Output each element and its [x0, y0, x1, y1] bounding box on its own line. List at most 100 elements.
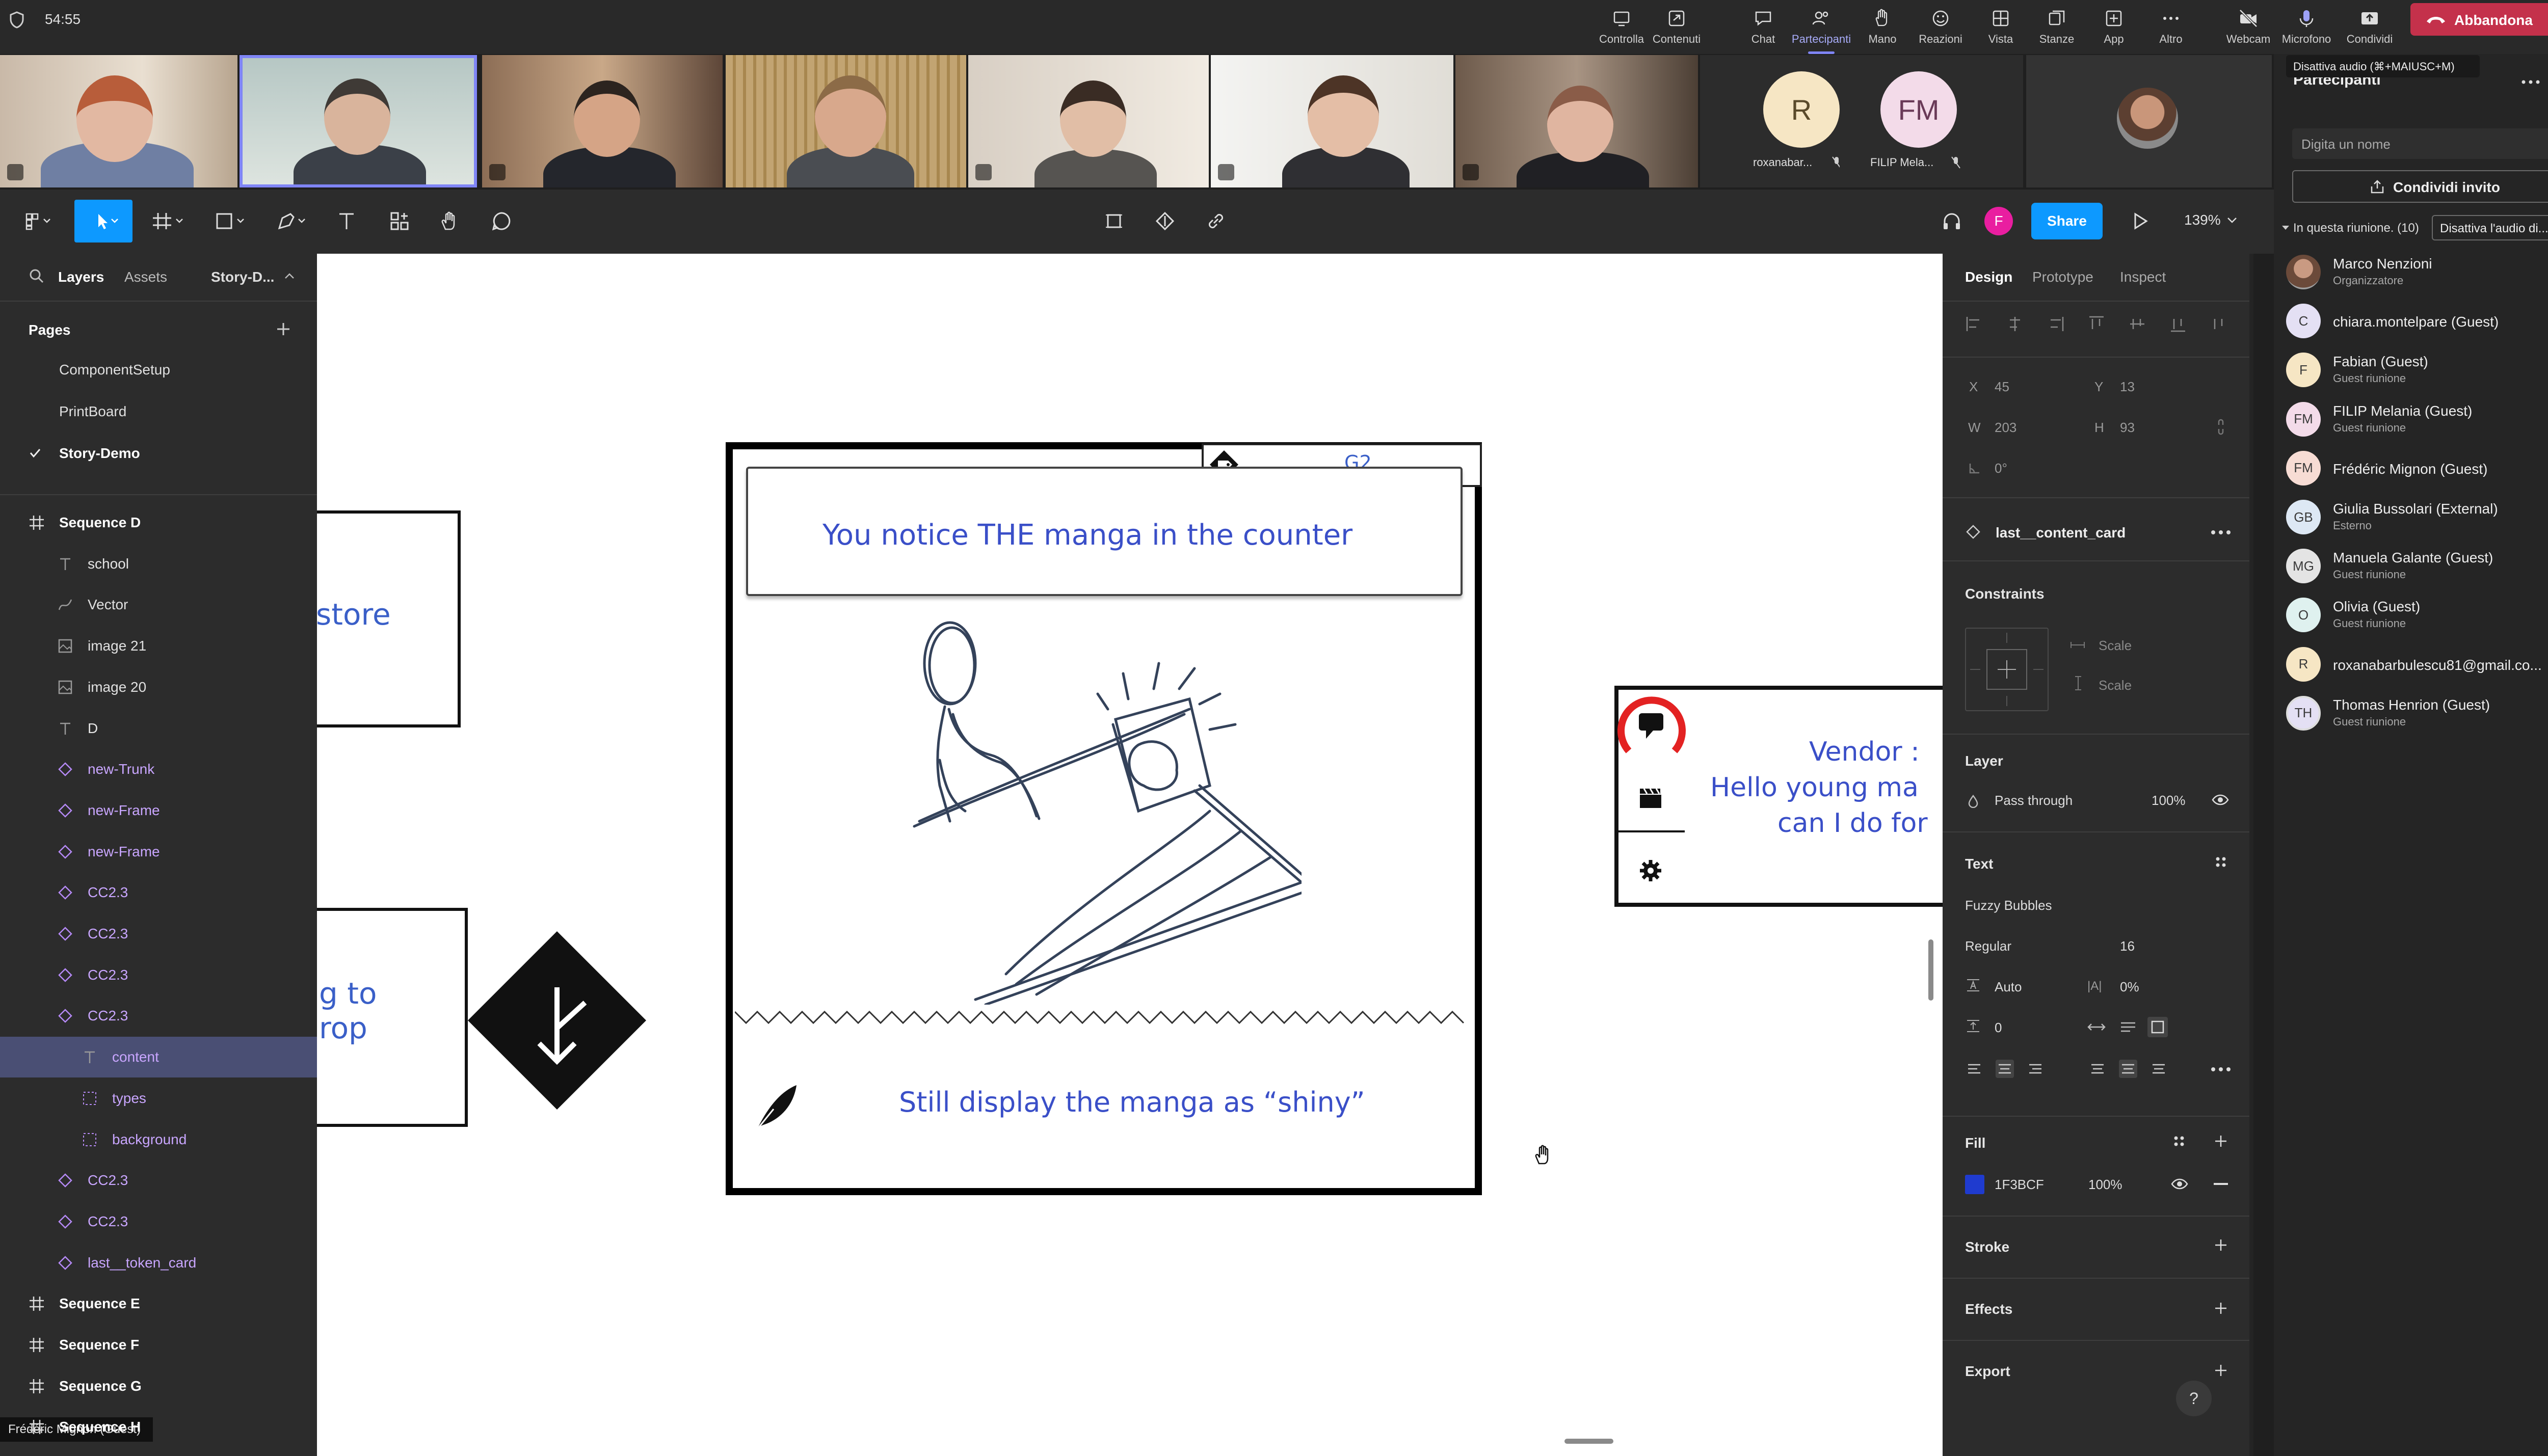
layer-row[interactable]: CC2.3 — [0, 1201, 317, 1242]
y-input[interactable]: 13 — [2120, 379, 2135, 395]
toolbar-stanze-button[interactable]: Stanze — [2031, 0, 2082, 54]
page-item[interactable]: Story-Demo — [0, 433, 317, 474]
font-size-input[interactable]: 16 — [2120, 938, 2135, 954]
mask-icon[interactable] — [1145, 200, 1185, 242]
fill-opacity-input[interactable]: 100% — [2088, 1177, 2122, 1193]
toolbar-reazioni-button[interactable]: Reazioni — [1915, 0, 1966, 54]
mute-all-button[interactable]: Disattiva l'audio di... — [2432, 215, 2548, 240]
toolbar-contenuti-button[interactable]: Contenuti — [1651, 0, 1702, 54]
share-button[interactable]: Share — [2031, 203, 2103, 239]
tab-prototype[interactable]: Prototype — [2032, 269, 2093, 285]
constrain-proportions-icon[interactable] — [2216, 419, 2226, 435]
tab-assets[interactable]: Assets — [124, 269, 167, 285]
frame-tool-icon[interactable] — [146, 200, 192, 242]
vertical-scrollbar[interactable] — [1928, 939, 1933, 1001]
toolbar-controlla-button[interactable]: Controlla — [1596, 0, 1647, 54]
align-top-icon[interactable] — [2087, 315, 2106, 333]
layer-row[interactable]: Sequence F — [0, 1325, 317, 1365]
layer-row[interactable]: Sequence I — [0, 1448, 317, 1456]
pen-tool-icon[interactable] — [270, 200, 316, 242]
fill-visibility-eye-icon[interactable] — [2171, 1178, 2188, 1190]
layer-row[interactable]: image 20 — [0, 667, 317, 708]
help-button[interactable]: ? — [2176, 1381, 2212, 1416]
fill-styles-icon[interactable] — [2172, 1134, 2186, 1148]
align-right-icon[interactable] — [2047, 315, 2065, 333]
toolbar-vista-button[interactable]: Vista — [1975, 0, 2026, 54]
more-options-icon[interactable] — [2211, 530, 2231, 535]
add-effect-icon[interactable] — [2214, 1301, 2228, 1315]
layer-row[interactable]: background — [0, 1119, 317, 1160]
align-vertical-center-icon[interactable] — [2128, 315, 2146, 333]
line-height-input[interactable]: Auto — [1995, 979, 2022, 995]
panel-more-icon[interactable] — [2522, 79, 2540, 85]
add-page-icon[interactable] — [275, 321, 291, 337]
search-participants-input[interactable]: Digita un nome — [2292, 128, 2548, 159]
toolbar-app-button[interactable]: App — [2088, 0, 2139, 54]
link-icon[interactable] — [1196, 200, 1236, 242]
layer-row[interactable]: CC2.3 — [0, 995, 317, 1036]
layer-row[interactable]: types — [0, 1078, 317, 1119]
layer-row[interactable]: content — [0, 1037, 317, 1078]
self-view-tile[interactable] — [2026, 55, 2272, 187]
layer-row[interactable]: Sequence G — [0, 1366, 317, 1407]
w-input[interactable]: 203 — [1995, 420, 2016, 436]
participant-row[interactable]: TH Thomas Henrion (Guest) Guest riunione — [2286, 690, 2548, 739]
participant-row[interactable]: Marco Nenzioni Organizzatore — [2286, 249, 2548, 298]
toolbar-altro-button[interactable]: Altro — [2145, 0, 2196, 54]
toolbar-condividi-button[interactable]: Condividi — [2344, 0, 2395, 54]
component-icon[interactable] — [1094, 200, 1134, 242]
text-styles-icon[interactable] — [2214, 855, 2228, 869]
fill-hex-input[interactable]: 1F3BCF — [1995, 1177, 2044, 1193]
horizontal-scrollbar[interactable] — [1564, 1439, 1613, 1444]
headline-box[interactable]: You notice THE manga in the counter — [746, 467, 1463, 596]
move-tool-icon[interactable] — [74, 200, 132, 242]
h-input[interactable]: 93 — [2120, 420, 2135, 436]
layer-opacity-input[interactable]: 100% — [2152, 793, 2186, 808]
font-weight-select[interactable]: Regular — [1965, 938, 2011, 954]
add-export-icon[interactable] — [2214, 1363, 2228, 1378]
layer-row[interactable]: new-Trunk — [0, 749, 317, 790]
toolbar-webcam-button[interactable]: Webcam — [2223, 0, 2274, 54]
participant-row[interactable]: O Olivia (Guest) Guest riunione — [2286, 591, 2548, 640]
align-bottom-icon[interactable] — [2169, 315, 2187, 333]
vendor-card[interactable]: Vendor : Hello young ma can I do for — [1614, 686, 1943, 907]
chevron-down-icon[interactable] — [2226, 214, 2238, 226]
layer-row[interactable]: Sequence H — [0, 1407, 317, 1447]
layer-row[interactable]: last__token_card — [0, 1243, 317, 1283]
letter-spacing-input[interactable]: 0% — [2120, 979, 2139, 995]
video-tile-6[interactable] — [1211, 55, 1453, 187]
layer-row[interactable]: new-Frame — [0, 831, 317, 872]
remove-fill-icon[interactable] — [2214, 1183, 2228, 1185]
auto-height-icon[interactable] — [2120, 1021, 2136, 1033]
design-canvas[interactable]: store g to rop G2 You notice THE manga i… — [317, 254, 1943, 1456]
manga-sketch-illustration[interactable] — [884, 617, 1302, 1005]
vertical-align-middle-icon[interactable] — [2119, 1060, 2137, 1078]
text-align-right-icon[interactable] — [2026, 1060, 2045, 1078]
layer-row[interactable]: school — [0, 544, 317, 584]
paragraph-spacing-input[interactable]: 0 — [1995, 1020, 2002, 1036]
page-switcher[interactable]: Story-D... — [211, 269, 274, 285]
layer-row[interactable]: Vector — [0, 584, 317, 625]
search-icon[interactable] — [29, 268, 45, 284]
layer-row[interactable]: Sequence E — [0, 1283, 317, 1324]
page-item[interactable]: PrintBoard — [0, 391, 317, 432]
tab-inspect[interactable]: Inspect — [2120, 269, 2166, 285]
participant-row[interactable]: F Fabian (Guest) Guest riunione — [2286, 346, 2548, 395]
shape-tool-icon[interactable] — [209, 200, 255, 242]
text-align-left-icon[interactable] — [1965, 1060, 1983, 1078]
layer-row[interactable]: Sequence D — [0, 502, 317, 543]
chevron-down-icon[interactable] — [2280, 222, 2291, 233]
video-tile-4[interactable] — [726, 55, 966, 187]
eye-icon[interactable] — [2212, 794, 2229, 806]
fill-color-swatch[interactable] — [1965, 1175, 1984, 1194]
video-tile-2-active-speaker[interactable] — [240, 55, 477, 187]
video-tile-5[interactable] — [968, 55, 1209, 187]
headphones-icon[interactable] — [1931, 200, 1972, 242]
avatar-tile-2[interactable]: FM FILIP Mela... — [1840, 55, 2023, 187]
distribute-icon[interactable] — [2210, 315, 2228, 333]
add-fill-icon[interactable] — [2214, 1134, 2228, 1148]
chevron-up-icon[interactable] — [283, 270, 296, 282]
align-left-icon[interactable] — [1965, 315, 1983, 333]
vertical-align-bottom-icon[interactable] — [2149, 1060, 2168, 1078]
layer-row[interactable]: CC2.3 — [0, 913, 317, 954]
